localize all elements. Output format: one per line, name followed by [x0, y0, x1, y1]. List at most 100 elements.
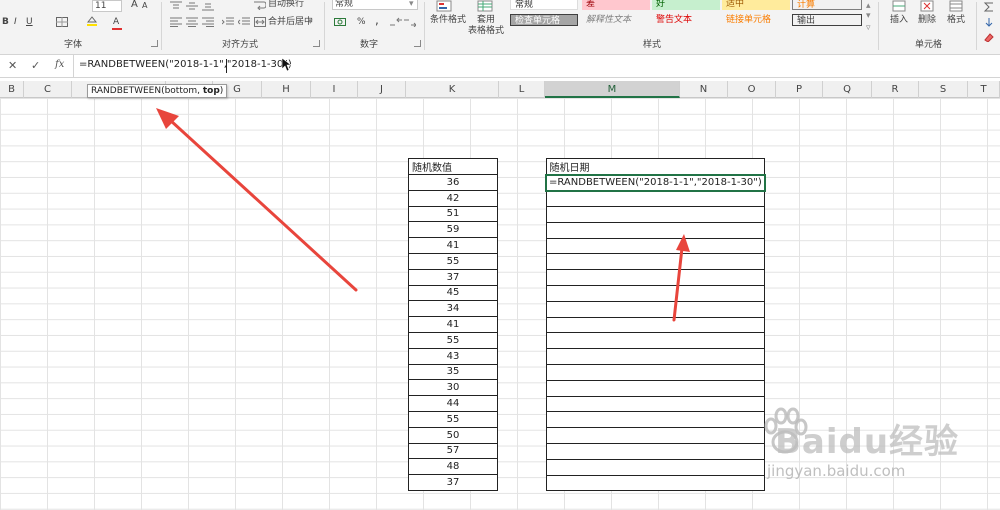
percent-button[interactable]: % — [357, 16, 366, 28]
align-right-icon[interactable] — [202, 17, 214, 27]
style-linked-cell[interactable]: 链接单元格 — [722, 14, 790, 26]
table-cell[interactable] — [545, 332, 766, 350]
style-output[interactable]: 输出 — [792, 14, 862, 26]
column-header-i[interactable]: I — [311, 81, 358, 98]
table-cell[interactable] — [545, 253, 766, 271]
column-header-j[interactable]: J — [358, 81, 406, 98]
column-header-k[interactable]: K — [406, 81, 499, 98]
conditional-format-icon[interactable] — [436, 0, 452, 12]
column-header-s[interactable]: S — [919, 81, 968, 98]
style-normal[interactable]: 常规 — [510, 0, 578, 10]
table-cell[interactable] — [545, 237, 766, 255]
delete-cells-icon[interactable] — [920, 0, 934, 12]
table-cell[interactable] — [545, 348, 766, 366]
table-cell[interactable]: 57 — [408, 442, 498, 460]
table-cell[interactable]: 48 — [408, 458, 498, 476]
style-good[interactable]: 好 — [652, 0, 720, 10]
decrease-font-button[interactable]: A — [142, 0, 147, 12]
column-header-b[interactable]: B — [0, 81, 24, 98]
styles-scroll-down-icon[interactable]: ▾ — [866, 10, 871, 22]
italic-button[interactable]: I — [14, 16, 17, 28]
column-header-q[interactable]: Q — [823, 81, 872, 98]
table-cell[interactable]: 37 — [408, 474, 498, 491]
column-header-o[interactable]: O — [728, 81, 776, 98]
table-cell[interactable] — [545, 443, 766, 460]
table-header-random-number[interactable]: 随机数值 — [408, 158, 498, 175]
table-header-random-date[interactable]: 随机日期 — [545, 158, 766, 176]
table-cell[interactable]: 51 — [408, 205, 498, 223]
table-cell[interactable]: 34 — [408, 300, 498, 318]
table-cell[interactable]: 41 — [408, 237, 498, 254]
column-header-m[interactable]: M — [545, 81, 680, 98]
table-cell[interactable] — [545, 364, 766, 381]
conditional-format-button[interactable]: 条件格式 — [430, 14, 466, 26]
column-header-r[interactable]: R — [872, 81, 919, 98]
table-cell[interactable] — [545, 458, 766, 476]
merge-center-button[interactable]: 合并后居中 — [268, 16, 313, 28]
table-cell[interactable] — [545, 269, 766, 287]
column-header-p[interactable]: P — [776, 81, 823, 98]
number-format-select[interactable]: 常规 ▾ — [332, 0, 418, 10]
styles-more-icon[interactable]: ▿ — [866, 22, 871, 34]
outdent-icon[interactable] — [238, 17, 250, 27]
table-cell[interactable]: 35 — [408, 363, 498, 381]
formula-input[interactable] — [79, 59, 479, 70]
style-explanatory[interactable]: 解释性文本 — [582, 14, 650, 26]
style-calculation[interactable]: 计算 — [792, 0, 862, 10]
comma-style-button[interactable]: , — [375, 14, 379, 26]
table-cell[interactable]: 50 — [408, 426, 498, 444]
table-cell[interactable]: 30 — [408, 379, 498, 397]
table-cell[interactable]: 55 — [408, 410, 498, 428]
table-cell[interactable]: 55 — [408, 331, 498, 349]
format-as-table-button-line2[interactable]: 表格格式 — [468, 25, 504, 37]
format-button[interactable]: 格式 — [947, 14, 965, 26]
table-cell[interactable]: 37 — [408, 268, 498, 286]
increase-decimal-icon[interactable] — [390, 17, 402, 27]
table-cell[interactable]: 41 — [408, 316, 498, 333]
cancel-icon[interactable]: ✕ — [8, 59, 17, 72]
align-bottom-icon[interactable] — [202, 1, 214, 11]
table-cell[interactable] — [545, 411, 766, 429]
table-cell[interactable]: 36 — [408, 174, 498, 191]
increase-font-button[interactable]: A — [131, 0, 138, 11]
style-check-cell[interactable]: 检查单元格 — [510, 14, 578, 26]
active-cell-editing[interactable]: =RANDBETWEEN("2018-1-1","2018-1-30") — [545, 174, 766, 192]
fill-color-icon[interactable] — [86, 16, 98, 26]
format-cells-icon[interactable] — [949, 0, 963, 12]
insert-function-icon[interactable]: fx — [55, 59, 64, 70]
align-center-icon[interactable] — [186, 17, 198, 27]
number-dialog-launcher-icon[interactable] — [414, 40, 421, 47]
insert-cells-icon[interactable] — [892, 0, 906, 12]
table-cell[interactable] — [545, 221, 766, 239]
font-size-box[interactable]: 11 — [92, 0, 122, 12]
alignment-dialog-launcher-icon[interactable] — [313, 40, 320, 47]
wrap-text-icon[interactable] — [254, 0, 266, 10]
style-bad[interactable]: 差 — [582, 0, 650, 10]
clear-icon[interactable] — [983, 32, 995, 42]
borders-icon[interactable] — [56, 17, 68, 27]
delete-button[interactable]: 删除 — [918, 14, 936, 26]
table-cell[interactable]: 44 — [408, 395, 498, 412]
style-neutral[interactable]: 适中 — [722, 0, 790, 10]
table-cell[interactable] — [545, 379, 766, 397]
table-cell[interactable]: 55 — [408, 252, 498, 270]
align-top-icon[interactable] — [170, 1, 182, 11]
column-header-h[interactable]: H — [262, 81, 311, 98]
underline-button[interactable]: U — [26, 16, 33, 28]
column-header-c[interactable]: C — [24, 81, 72, 98]
indent-icon[interactable] — [222, 17, 234, 27]
merge-dropdown-chevron-icon[interactable]: ▾ — [308, 16, 313, 28]
column-header-n[interactable]: N — [680, 81, 728, 98]
decrease-decimal-icon[interactable] — [404, 17, 416, 27]
table-cell[interactable] — [545, 300, 766, 318]
table-cell[interactable] — [545, 427, 766, 445]
autosum-icon[interactable] — [983, 2, 995, 12]
format-as-table-icon[interactable] — [477, 0, 493, 12]
align-left-icon[interactable] — [170, 17, 182, 27]
fill-icon[interactable] — [983, 18, 995, 28]
table-cell[interactable] — [545, 206, 766, 223]
column-header-l[interactable]: L — [499, 81, 545, 98]
table-cell[interactable]: 43 — [408, 347, 498, 365]
table-cell[interactable] — [545, 395, 766, 413]
table-cell[interactable]: 42 — [408, 189, 498, 207]
